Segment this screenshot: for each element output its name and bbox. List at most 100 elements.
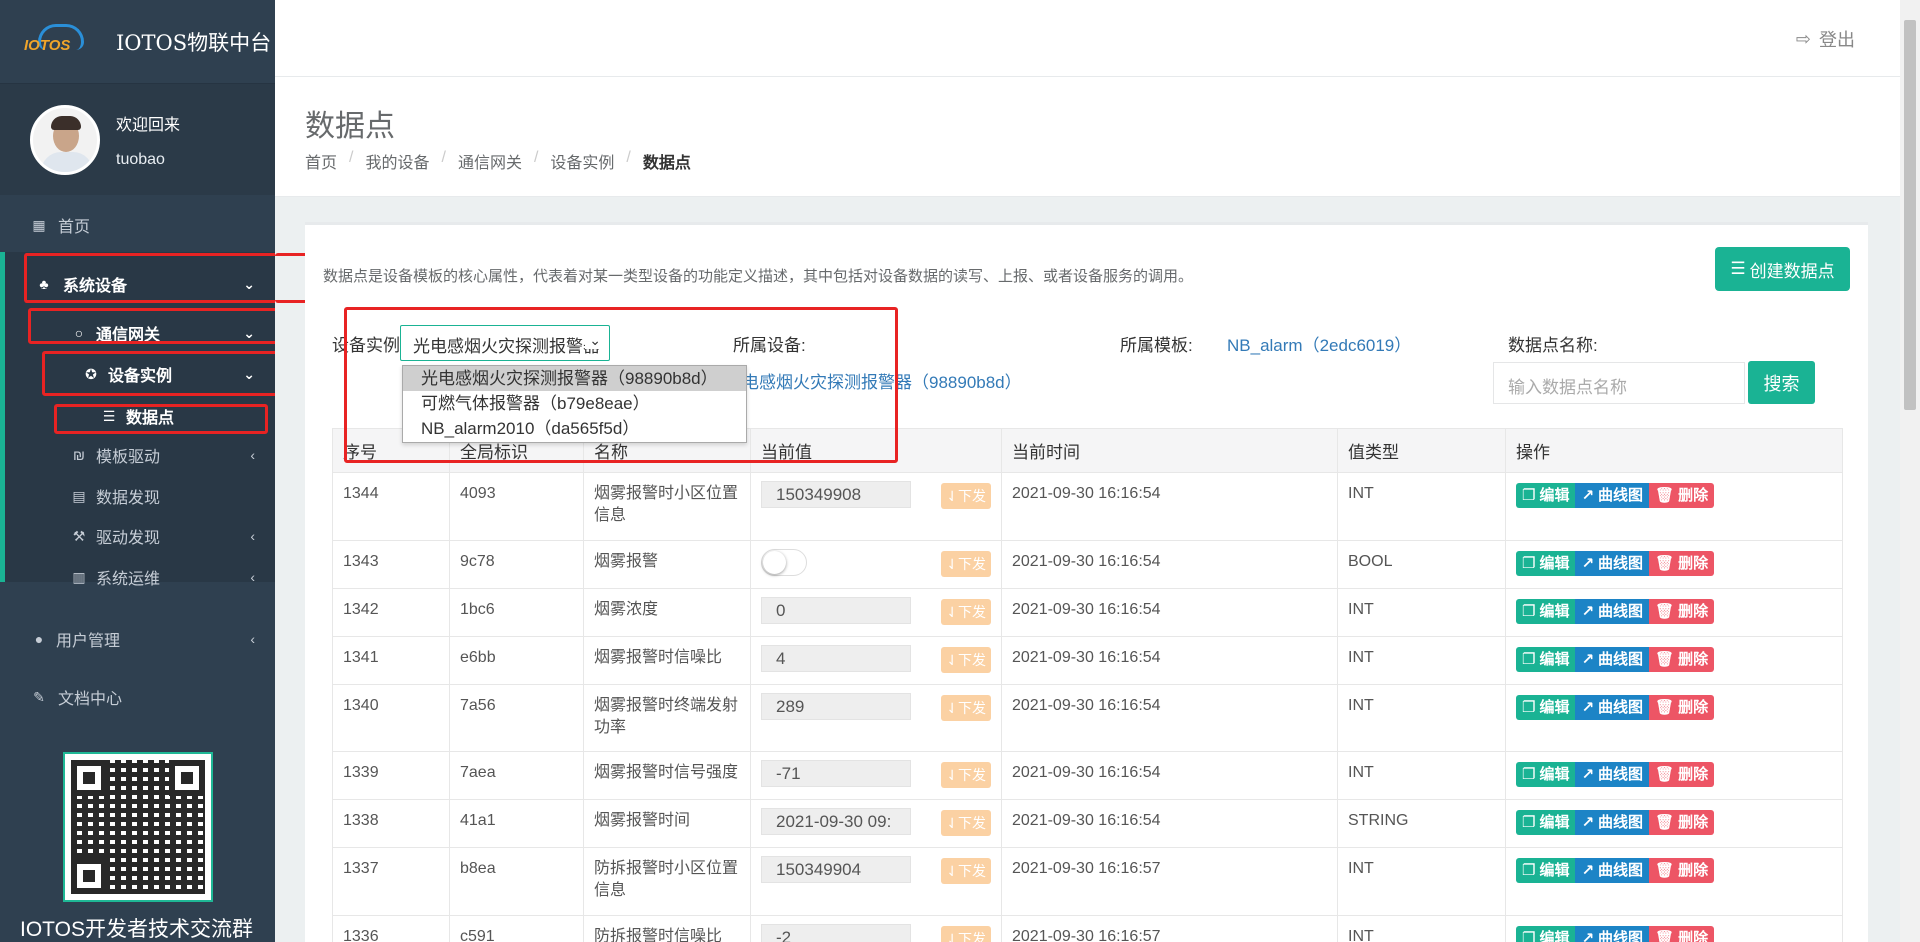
cell-name: 烟雾报警时间 <box>583 799 751 848</box>
col-header[interactable]: 值类型 <box>1337 428 1506 473</box>
breadcrumb-my-devices[interactable]: 我的设备 <box>365 149 429 173</box>
delete-button[interactable]: 🗑 删除 <box>1649 551 1715 576</box>
sidebar-item-user-management[interactable]: ● 用户管理 ‹ <box>30 627 275 651</box>
bool-toggle[interactable] <box>761 549 807 576</box>
sidebar-item-docs[interactable]: ✎ 文档中心 <box>30 685 122 709</box>
current-value-field[interactable]: -71 <box>761 760 911 787</box>
issue-button[interactable]: ⇃下发 <box>941 695 991 721</box>
issue-button[interactable]: ⇃下发 <box>941 926 991 942</box>
dropdown-option[interactable]: 可燃气体报警器（b79e8eae） <box>403 391 746 416</box>
curve-button[interactable]: ↗ 曲线图 <box>1575 647 1650 672</box>
edit-button[interactable]: ❐ 编辑 <box>1516 926 1576 942</box>
search-button[interactable]: 搜索 <box>1748 361 1815 404</box>
breadcrumb-current: 数据点 <box>642 155 691 172</box>
dropdown-option[interactable]: NB_alarm2010（da565f5d） <box>403 416 746 441</box>
current-value-field[interactable]: 0 <box>761 597 911 624</box>
dropdown-option[interactable]: 光电感烟火灾探测报警器（98890b8d） <box>403 366 746 391</box>
avatar[interactable] <box>30 104 100 175</box>
curve-button[interactable]: ↗ 曲线图 <box>1575 810 1650 835</box>
edit-button[interactable]: ❐ 编辑 <box>1516 695 1576 720</box>
cell-value: -2 ⇃下发 <box>750 915 1002 942</box>
cell-gid: c591 <box>449 915 584 942</box>
curve-button[interactable]: ↗ 曲线图 <box>1575 483 1650 508</box>
edit-button[interactable]: ❐ 编辑 <box>1516 551 1576 576</box>
logout-button[interactable]: ⇨ 登出 <box>1796 26 1855 52</box>
chevron-left-icon: ‹ <box>250 447 255 463</box>
issue-button[interactable]: ⇃下发 <box>941 599 991 625</box>
arrow-down-icon: ⇃ <box>946 604 958 620</box>
qr-caption: IOTOS开发者技术交流群 <box>20 918 253 941</box>
sidebar-item-ops[interactable]: ▥ 系统运维 ‹ <box>70 565 275 589</box>
edit-button[interactable]: ❐ 编辑 <box>1516 483 1576 508</box>
col-header[interactable]: 当前时间 <box>1001 428 1338 473</box>
delete-button[interactable]: 🗑 删除 <box>1649 762 1715 787</box>
arrow-down-icon: ⇃ <box>946 931 958 942</box>
current-value-field[interactable]: 4 <box>761 645 911 672</box>
issue-button[interactable]: ⇃下发 <box>941 810 991 836</box>
delete-button[interactable]: 🗑 删除 <box>1649 647 1715 672</box>
cell-ops: ❐ 编辑 ↗ 曲线图 🗑 删除 <box>1505 799 1843 848</box>
delete-button[interactable]: 🗑 删除 <box>1649 926 1715 942</box>
sidebar-item-system-devices[interactable]: ♣ 系统设备 ⌄ <box>35 272 275 296</box>
curve-label: 曲线图 <box>1598 602 1644 620</box>
trash-icon: 🗑 <box>1655 698 1675 716</box>
chevron-down-icon: ⌄ <box>243 324 255 341</box>
sidebar-item-data-discovery[interactable]: ▤ 数据发现 <box>70 484 160 508</box>
delete-button[interactable]: 🗑 删除 <box>1649 858 1715 883</box>
sidebar-item-driver-discovery[interactable]: ⚒ 驱动发现 ‹ <box>70 524 275 548</box>
cell-ops: ❐ 编辑 ↗ 曲线图 🗑 删除 <box>1505 588 1843 637</box>
curve-button[interactable]: ↗ 曲线图 <box>1575 858 1650 883</box>
edit-button[interactable]: ❐ 编辑 <box>1516 599 1576 624</box>
delete-button[interactable]: 🗑 删除 <box>1649 695 1715 720</box>
curve-button[interactable]: ↗ 曲线图 <box>1575 599 1650 624</box>
scrollbar-thumb[interactable] <box>1904 20 1916 410</box>
edit-button[interactable]: ❐ 编辑 <box>1516 647 1576 672</box>
issue-button[interactable]: ⇃下发 <box>941 551 991 577</box>
breadcrumb-device-instance[interactable]: 设备实例 <box>550 149 614 173</box>
cell-id: 1337 <box>332 847 450 916</box>
current-value-field[interactable]: 150349908 <box>761 481 911 508</box>
line-chart-icon: ↗ <box>1581 650 1595 668</box>
delete-label: 删除 <box>1678 765 1709 783</box>
curve-button[interactable]: ↗ 曲线图 <box>1575 926 1650 942</box>
circle-icon: ○ <box>74 325 84 341</box>
curve-button[interactable]: ↗ 曲线图 <box>1575 551 1650 576</box>
col-header[interactable]: 当前值 <box>750 428 1002 473</box>
current-value-field[interactable]: 150349904 <box>761 856 911 883</box>
edit-button[interactable]: ❐ 编辑 <box>1516 762 1576 787</box>
issue-button[interactable]: ⇃下发 <box>941 858 991 884</box>
owner-device-link[interactable]: 光电感烟火灾探测报警器（98890b8d） <box>725 368 1045 393</box>
breadcrumb-gateway[interactable]: 通信网关 <box>458 149 522 173</box>
cell-id: 1341 <box>332 636 450 685</box>
curve-button[interactable]: ↗ 曲线图 <box>1575 762 1650 787</box>
edit-button[interactable]: ❐ 编辑 <box>1516 858 1576 883</box>
sidebar-item-gateway[interactable]: ○ 通信网关 ⌄ <box>70 321 275 345</box>
vertical-scrollbar[interactable] <box>1900 0 1920 942</box>
cell-name: 烟雾报警时信噪比 <box>583 636 751 685</box>
issue-button[interactable]: ⇃下发 <box>941 647 991 673</box>
device-instance-select[interactable]: 光电感烟火灾探测报警器（98890b8d） ⌄ <box>400 325 610 361</box>
breadcrumb-home[interactable]: 首页 <box>305 149 337 173</box>
sidebar-item-label: 模板驱动 <box>96 449 161 466</box>
current-value-field[interactable]: 289 <box>761 693 911 720</box>
sidebar-item-device-instance[interactable]: ✪ 设备实例 ⌄ <box>82 362 275 386</box>
chevron-down-icon: ⌄ <box>243 275 255 292</box>
delete-button[interactable]: 🗑 删除 <box>1649 599 1715 624</box>
delete-button[interactable]: 🗑 删除 <box>1649 483 1715 508</box>
point-name-input[interactable]: 输入数据点名称 <box>1493 362 1745 404</box>
issue-button[interactable]: ⇃下发 <box>941 483 991 509</box>
delete-button[interactable]: 🗑 删除 <box>1649 810 1715 835</box>
owner-template-link[interactable]: NB_alarm（2edc6019） <box>1227 331 1411 356</box>
grid-icon: ▦ <box>32 216 46 233</box>
cell-time: 2021-09-30 16:16:54 <box>1001 472 1338 541</box>
cell-value: 150349904 ⇃下发 <box>750 847 1002 916</box>
sidebar-item-home[interactable]: ▦ 首页 <box>30 213 90 237</box>
curve-button[interactable]: ↗ 曲线图 <box>1575 695 1650 720</box>
current-value-field[interactable]: -2 <box>761 924 911 942</box>
create-data-point-button[interactable]: ☰ 创建数据点 <box>1715 247 1850 291</box>
current-value-field[interactable]: 2021-09-30 09: <box>761 808 911 835</box>
issue-button[interactable]: ⇃下发 <box>941 762 991 788</box>
sidebar-item-template-driver[interactable]: ₪ 模板驱动 ‹ <box>70 443 275 467</box>
edit-button[interactable]: ❐ 编辑 <box>1516 810 1576 835</box>
sidebar-item-data-points[interactable]: ☰ 数据点 <box>100 404 174 428</box>
